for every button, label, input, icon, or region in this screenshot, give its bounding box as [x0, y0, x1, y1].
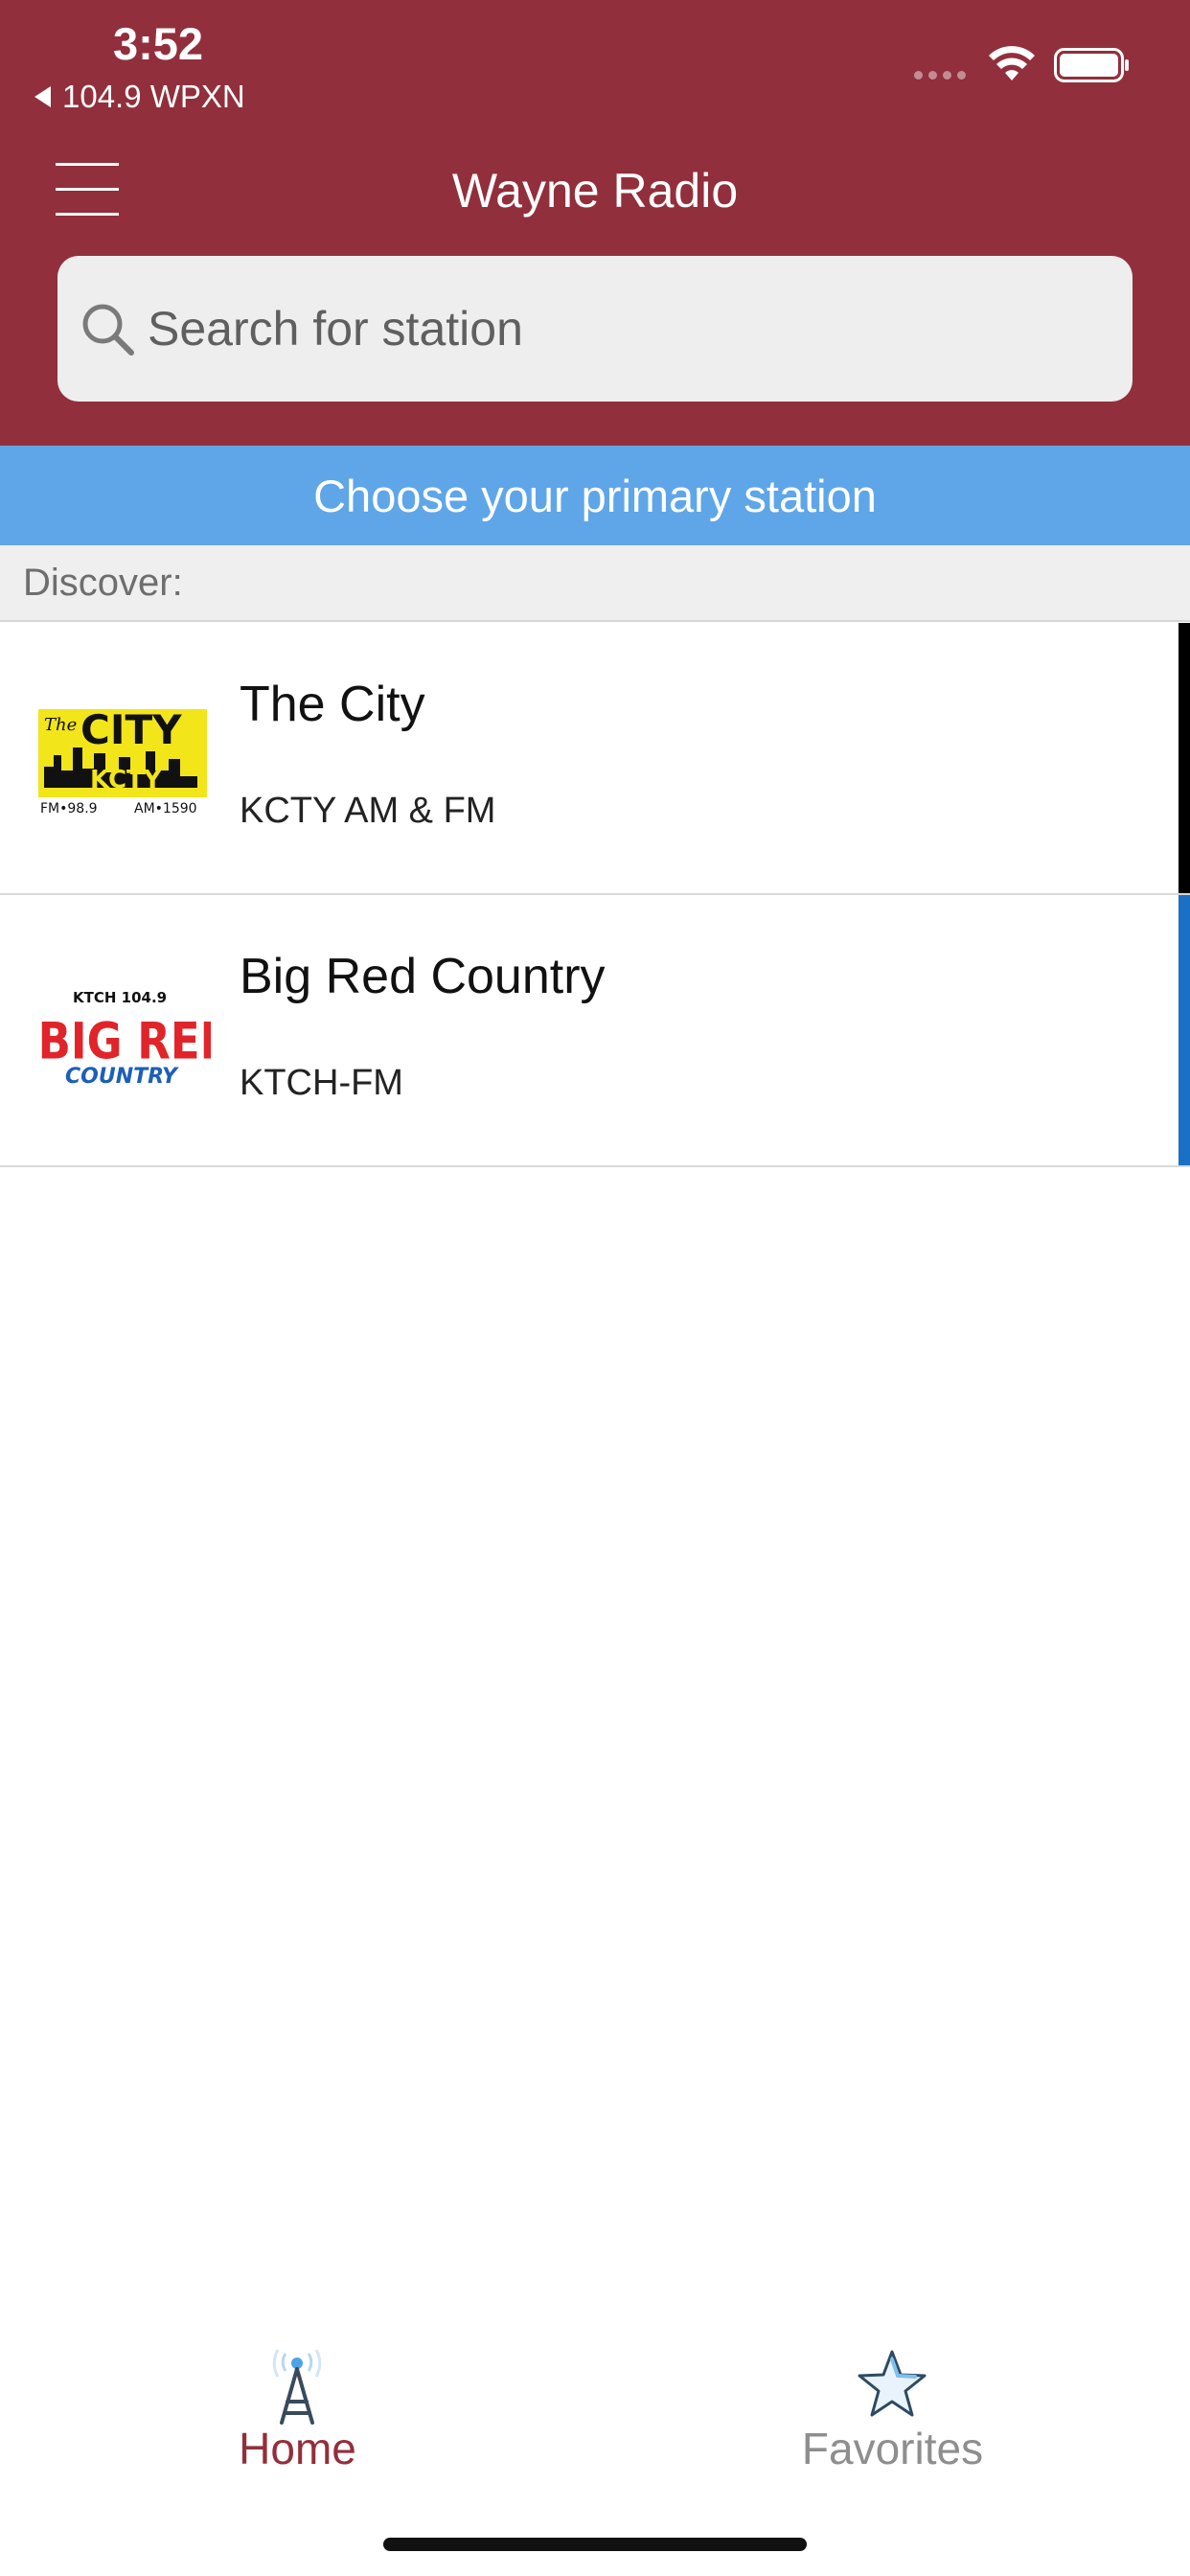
station-call-sign: KCTY AM & FM [240, 791, 496, 831]
back-to-app-button[interactable]: 104.9 WPXN [34, 79, 245, 115]
station-call-sign: KTCH-FM [240, 1063, 403, 1103]
big-red-country-logo: KTCH 104.9 BIG RED COUNTRY [34, 972, 211, 1091]
tab-home[interactable]: Home [0, 2329, 595, 2511]
app-header: 3:52 104.9 WPXN Wayne Radio [0, 0, 1190, 446]
svg-text:AM•1590: AM•1590 [134, 801, 197, 816]
svg-text:KTCH 104.9: KTCH 104.9 [73, 989, 167, 1006]
back-arrow-icon [34, 86, 51, 107]
tab-home-label: Home [239, 2424, 356, 2473]
kcty-logo-city: CITY [80, 706, 182, 753]
svg-text:KCTY: KCTY [90, 766, 163, 794]
search-input[interactable] [148, 256, 1106, 402]
station-row-the-city[interactable]: The CITY KCTY FM•98.9 AM•1590 The City K… [0, 623, 1190, 895]
station-accent-bar [1179, 895, 1190, 1165]
wifi-icon [989, 46, 1035, 80]
home-indicator[interactable] [383, 2538, 807, 2551]
station-list: The CITY KCTY FM•98.9 AM•1590 The City K… [0, 623, 1190, 1167]
tab-bar: Home Favorites [0, 2329, 1190, 2511]
screen: 3:52 104.9 WPXN Wayne Radio Search for s… [0, 0, 1190, 2576]
station-accent-bar [1179, 623, 1190, 893]
battery-icon [1054, 48, 1129, 82]
station-name: The City [240, 677, 425, 732]
discover-section-header: Discover: [0, 545, 1190, 622]
kcty-logo: The CITY KCTY FM•98.9 AM•1590 [34, 700, 211, 818]
star-icon [858, 2350, 927, 2417]
tab-favorites[interactable]: Favorites [595, 2329, 1190, 2511]
svg-text:COUNTRY: COUNTRY [65, 1065, 179, 1089]
search-bar[interactable] [57, 256, 1133, 402]
status-time: 3:52 [113, 18, 204, 69]
search-icon [82, 304, 134, 356]
svg-text:FM•98.9: FM•98.9 [40, 801, 98, 816]
station-name: Big Red Country [240, 949, 606, 1004]
choose-primary-station-banner[interactable]: Choose your primary station [0, 446, 1190, 545]
station-row-big-red-country[interactable]: KTCH 104.9 BIG RED COUNTRY Big Red Count… [0, 895, 1190, 1167]
svg-text:The: The [44, 715, 77, 735]
radio-tower-icon [272, 2349, 322, 2425]
signal-dots-icon [914, 71, 966, 80]
back-app-label: 104.9 WPXN [62, 79, 245, 114]
big-red-logo-text: BIG RED [38, 1012, 211, 1070]
page-title: Wayne Radio [451, 164, 739, 218]
tab-favorites-label: Favorites [801, 2424, 984, 2473]
